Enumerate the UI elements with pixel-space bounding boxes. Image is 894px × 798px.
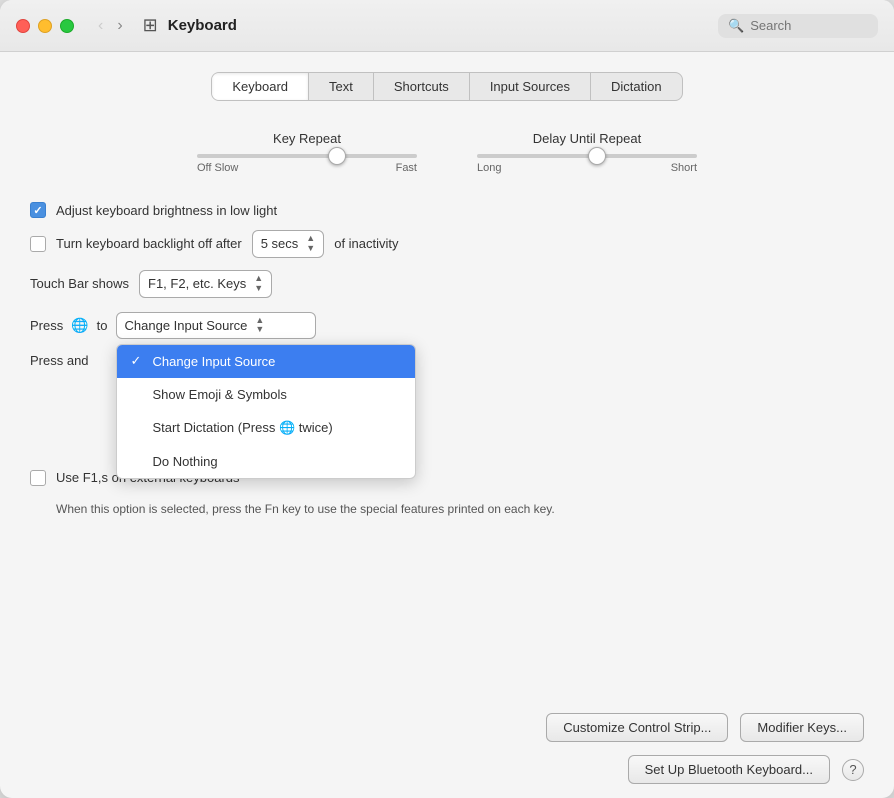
backlight-arrows: ▲ ▼ bbox=[306, 234, 315, 254]
tab-input-sources[interactable]: Input Sources bbox=[470, 73, 591, 100]
delay-repeat-slider[interactable] bbox=[477, 154, 697, 158]
dropdown-item-start-dictation[interactable]: Start Dictation (Press 🌐 twice) bbox=[117, 411, 415, 445]
content-area: Keyboard Text Shortcuts Input Sources Di… bbox=[0, 52, 894, 798]
search-icon: 🔍 bbox=[728, 18, 744, 34]
help-button[interactable]: ? bbox=[842, 759, 864, 781]
delay-repeat-section: Delay Until Repeat Long Short bbox=[477, 131, 697, 174]
titlebar: ‹ › ⊞ Keyboard 🔍 bbox=[0, 0, 894, 52]
brightness-label: Adjust keyboard brightness in low light bbox=[56, 203, 277, 218]
minimize-button[interactable] bbox=[38, 19, 52, 33]
touchbar-select[interactable]: F1, F2, etc. Keys ▲ ▼ bbox=[139, 270, 272, 298]
backlight-select[interactable]: 5 secs ▲ ▼ bbox=[252, 230, 325, 258]
delay-repeat-label: Delay Until Repeat bbox=[533, 131, 641, 146]
touchbar-arrows: ▲ ▼ bbox=[254, 274, 263, 294]
tab-keyboard[interactable]: Keyboard bbox=[212, 73, 309, 100]
close-button[interactable] bbox=[16, 19, 30, 33]
key-repeat-ticks: Off Slow Fast bbox=[197, 162, 417, 174]
press-globe-dropdown-menu: ✓ Change Input Source Show Emoji & Symbo… bbox=[116, 344, 416, 479]
press-globe-row: Press 🌐 to Change Input Source ▲ ▼ bbox=[30, 312, 864, 340]
brightness-row: Adjust keyboard brightness in low light bbox=[30, 202, 864, 218]
tab-shortcuts[interactable]: Shortcuts bbox=[374, 73, 470, 100]
key-repeat-tick-left: Off Slow bbox=[197, 162, 238, 174]
tab-group: Keyboard Text Shortcuts Input Sources Di… bbox=[211, 72, 682, 101]
fn-sublabel: When this option is selected, press the … bbox=[56, 502, 555, 516]
delay-repeat-slider-container: Long Short bbox=[477, 154, 697, 174]
press-globe-value: Change Input Source bbox=[125, 318, 248, 333]
globe-icon: 🌐 bbox=[71, 317, 88, 334]
sliders-section: Key Repeat Off Slow Fast Delay Until Rep… bbox=[30, 131, 864, 174]
nav-arrows: ‹ › bbox=[94, 15, 127, 37]
key-repeat-tick-right: Fast bbox=[396, 162, 417, 174]
traffic-lights bbox=[16, 19, 74, 33]
touchbar-label: Touch Bar shows bbox=[30, 276, 129, 291]
delay-repeat-tick-right: Short bbox=[671, 162, 697, 174]
backlight-value: 5 secs bbox=[261, 236, 299, 251]
touchbar-value: F1, F2, etc. Keys bbox=[148, 276, 246, 291]
delay-repeat-tick-left: Long bbox=[477, 162, 501, 174]
customize-button[interactable]: Customize Control Strip... bbox=[546, 713, 728, 742]
delay-repeat-ticks: Long Short bbox=[477, 162, 697, 174]
press-globe-dropdown-wrapper: Change Input Source ▲ ▼ ✓ Change Input S… bbox=[116, 312, 316, 340]
brightness-checkbox[interactable] bbox=[30, 202, 46, 218]
tab-text[interactable]: Text bbox=[309, 73, 374, 100]
check-mark-icon: ✓ bbox=[131, 353, 142, 369]
keyboard-window: ‹ › ⊞ Keyboard 🔍 Keyboard Text Shortcuts… bbox=[0, 0, 894, 798]
bluetooth-button[interactable]: Set Up Bluetooth Keyboard... bbox=[628, 755, 830, 784]
bottom-buttons: Customize Control Strip... Modifier Keys… bbox=[546, 713, 864, 742]
touchbar-row: Touch Bar shows F1, F2, etc. Keys ▲ ▼ bbox=[30, 270, 864, 298]
dropdown-item-show-emoji[interactable]: Show Emoji & Symbols bbox=[117, 378, 415, 411]
search-input[interactable] bbox=[750, 18, 868, 33]
backlight-checkbox[interactable] bbox=[30, 236, 46, 252]
dropdown-item-do-nothing[interactable]: Do Nothing bbox=[117, 445, 415, 478]
bottom-row: Set Up Bluetooth Keyboard... ? bbox=[628, 755, 864, 784]
press-globe-prefix: Press bbox=[30, 318, 63, 333]
dropdown-item-change-input[interactable]: ✓ Change Input Source bbox=[117, 345, 415, 378]
press-and-label: Press and bbox=[30, 353, 89, 368]
forward-button[interactable]: › bbox=[113, 15, 126, 37]
tab-dictation[interactable]: Dictation bbox=[591, 73, 682, 100]
key-repeat-label: Key Repeat bbox=[273, 131, 341, 146]
inactivity-label: of inactivity bbox=[334, 236, 398, 251]
backlight-row: Turn keyboard backlight off after 5 secs… bbox=[30, 230, 864, 258]
backlight-label: Turn keyboard backlight off after bbox=[56, 236, 242, 251]
modifier-button[interactable]: Modifier Keys... bbox=[740, 713, 864, 742]
window-title: Keyboard bbox=[168, 17, 718, 34]
press-globe-suffix: to bbox=[97, 318, 108, 333]
back-button[interactable]: ‹ bbox=[94, 15, 107, 37]
fullscreen-button[interactable] bbox=[60, 19, 74, 33]
press-globe-select[interactable]: Change Input Source ▲ ▼ bbox=[116, 312, 316, 340]
fn-checkbox[interactable] bbox=[30, 470, 46, 486]
press-globe-arrows: ▲ ▼ bbox=[255, 316, 264, 336]
key-repeat-slider[interactable] bbox=[197, 154, 417, 158]
search-box: 🔍 bbox=[718, 14, 878, 38]
tab-bar: Keyboard Text Shortcuts Input Sources Di… bbox=[30, 72, 864, 101]
key-repeat-slider-container: Off Slow Fast bbox=[197, 154, 417, 174]
grid-icon[interactable]: ⊞ bbox=[143, 15, 158, 36]
key-repeat-section: Key Repeat Off Slow Fast bbox=[197, 131, 417, 174]
